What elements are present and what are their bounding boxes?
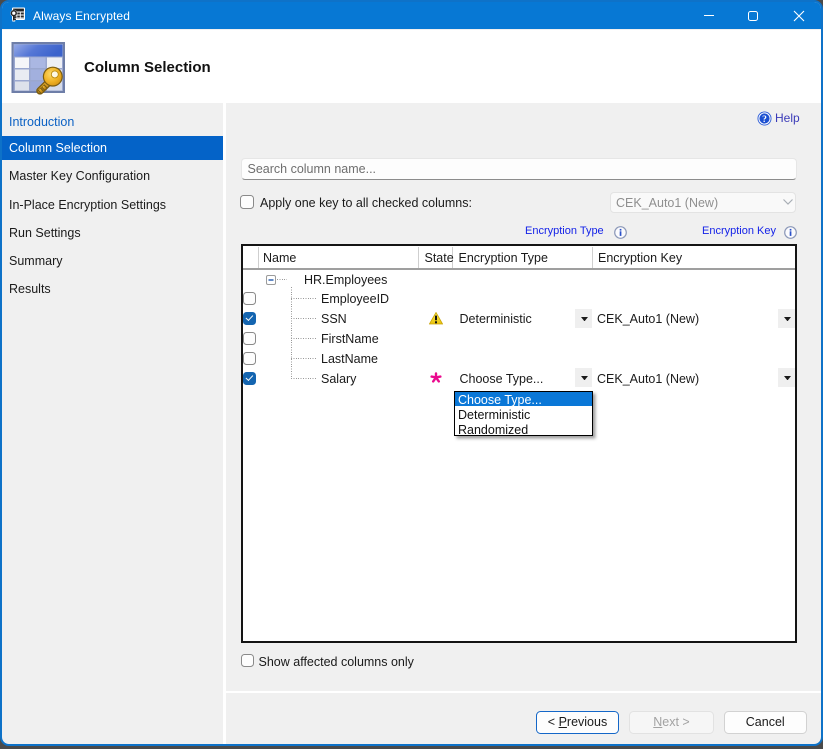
svg-text:?: ? bbox=[762, 115, 767, 125]
